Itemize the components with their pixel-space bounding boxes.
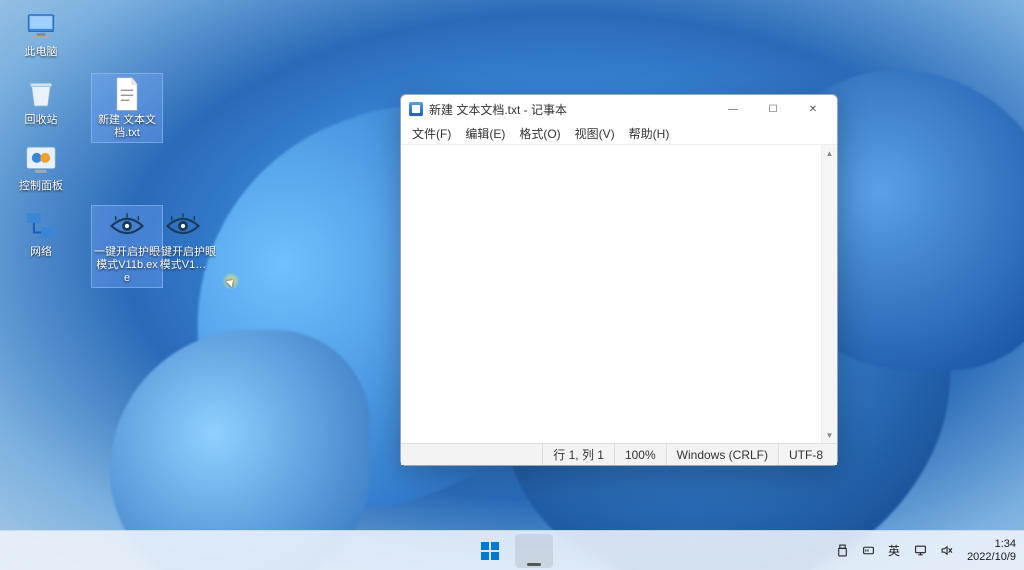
network-icon: [23, 208, 59, 244]
desktop-icon-label: 网络: [30, 246, 52, 259]
desktop-icon-label: 新建 文本文档.txt: [94, 114, 160, 140]
tray-ime-icon[interactable]: [857, 537, 879, 565]
tray-network-icon[interactable]: [909, 537, 931, 565]
window-close-button[interactable]: ✕: [793, 97, 833, 121]
desktop-icon-label: 控制面板: [19, 180, 63, 193]
this-pc-icon: [23, 8, 59, 44]
tray-clock[interactable]: 1:34 2022/10/9: [961, 538, 1016, 564]
text-editor[interactable]: [401, 145, 821, 443]
windows-logo-icon: [481, 542, 499, 560]
taskbar: 英 1:34 2022/10/9: [0, 530, 1024, 570]
menu-file[interactable]: 文件(F): [405, 123, 458, 144]
tray-time: 1:34: [967, 538, 1016, 551]
recycle-bin-icon: [23, 76, 59, 112]
desktop-icon-label: 一键开启护眼模式V1…: [150, 246, 216, 272]
menu-view[interactable]: 视图(V): [568, 123, 622, 144]
taskbar-app-notepad[interactable]: [515, 534, 553, 568]
tray-date: 2022/10/9: [967, 551, 1016, 564]
control-panel-icon: [23, 142, 59, 178]
maximize-icon: ☐: [769, 104, 778, 115]
system-tray: 英 1:34 2022/10/9: [831, 537, 1024, 565]
notepad-window[interactable]: 新建 文本文档.txt - 记事本 — ☐ ✕ 文件(F) 编辑(E) 格式(O…: [400, 94, 838, 466]
textfile-icon: [109, 76, 145, 112]
menu-edit[interactable]: 编辑(E): [458, 123, 512, 144]
titlebar[interactable]: 新建 文本文档.txt - 记事本 — ☐ ✕: [401, 95, 837, 123]
menu-format[interactable]: 格式(O): [512, 123, 567, 144]
desktop-icon-this-pc[interactable]: 此电脑: [6, 6, 76, 61]
menu-help[interactable]: 帮助(H): [622, 123, 677, 144]
status-cursor-position: 行 1, 列 1: [543, 444, 615, 465]
desktop-icon-label: 此电脑: [25, 46, 58, 59]
desktop-icon-network[interactable]: 网络: [6, 206, 76, 261]
desktop-icon-eye-tool-2[interactable]: 一键开启护眼模式V1…: [148, 206, 218, 274]
eye-tool-2-icon: [165, 208, 201, 244]
tray-volume-icon[interactable]: [935, 537, 957, 565]
scroll-down-icon[interactable]: ▼: [822, 427, 837, 443]
close-icon: ✕: [809, 104, 817, 115]
status-encoding: UTF-8: [779, 444, 837, 465]
tray-ime-language[interactable]: 英: [883, 537, 905, 565]
desktop-icon-label: 回收站: [25, 114, 58, 127]
editor-area: ▲ ▼: [401, 145, 837, 443]
scroll-up-icon[interactable]: ▲: [822, 145, 837, 161]
eye-tool-1-icon: [109, 208, 145, 244]
status-line-ending: Windows (CRLF): [667, 444, 779, 465]
minimize-icon: —: [728, 104, 738, 115]
tray-usb-icon[interactable]: [831, 537, 853, 565]
desktop-icon-control-panel[interactable]: 控制面板: [6, 140, 76, 195]
statusbar: 行 1, 列 1 100% Windows (CRLF) UTF-8: [401, 443, 837, 465]
vertical-scrollbar[interactable]: ▲ ▼: [821, 145, 837, 443]
status-zoom: 100%: [615, 444, 667, 465]
desktop-icon-textfile[interactable]: 新建 文本文档.txt: [92, 74, 162, 142]
notepad-app-icon: [409, 102, 423, 116]
menubar: 文件(F) 编辑(E) 格式(O) 视图(V) 帮助(H): [401, 123, 837, 145]
start-button[interactable]: [471, 534, 509, 568]
desktop-icon-recycle-bin[interactable]: 回收站: [6, 74, 76, 129]
notepad-taskbar-icon: [525, 542, 543, 560]
window-minimize-button[interactable]: —: [713, 97, 753, 121]
window-maximize-button[interactable]: ☐: [753, 97, 793, 121]
window-title: 新建 文本文档.txt - 记事本: [429, 101, 713, 118]
